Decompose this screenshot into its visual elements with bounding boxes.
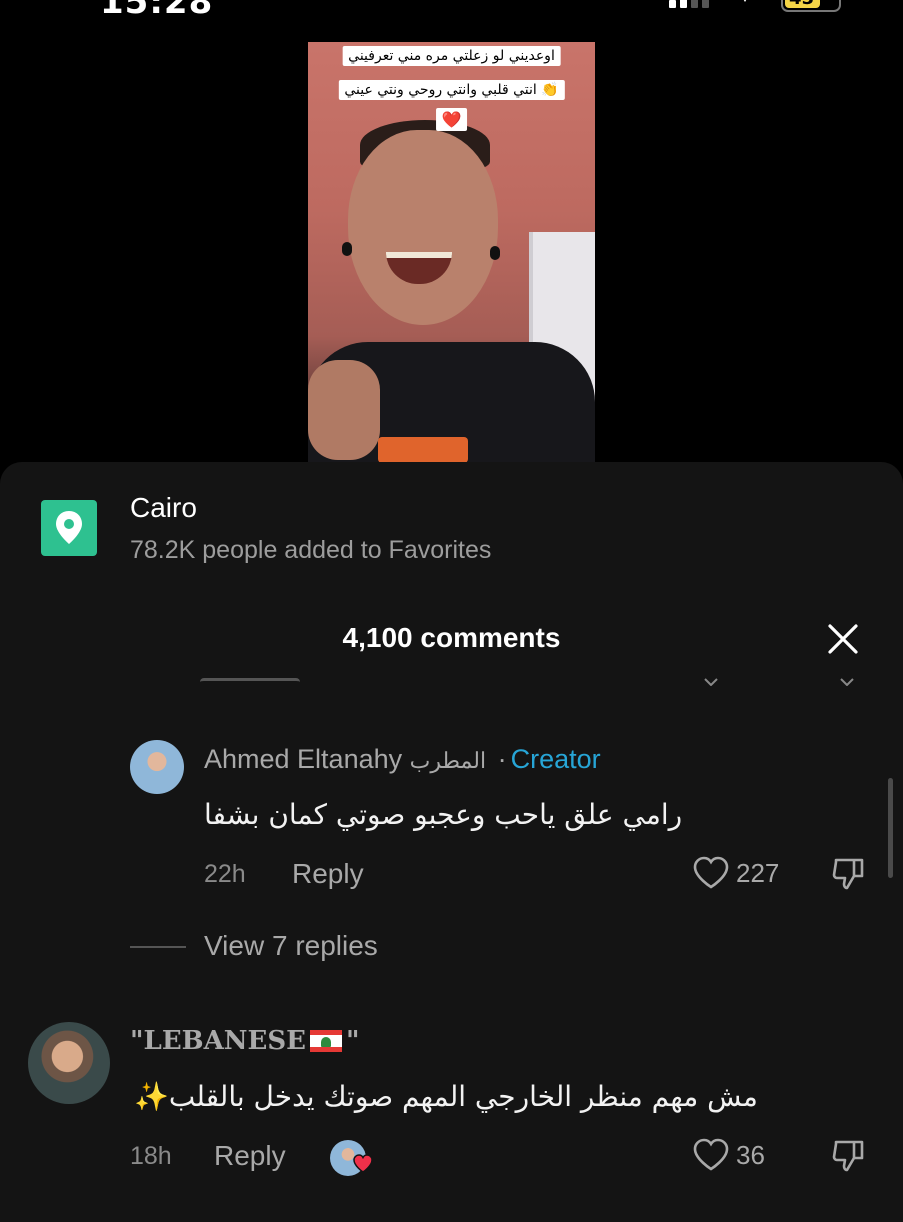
like-button[interactable]: 227: [692, 856, 779, 890]
comments-sheet: Cairo 78.2K people added to Favorites 4,…: [0, 462, 903, 1222]
dislike-icon[interactable]: [830, 1138, 866, 1174]
comment-time: 22h: [204, 860, 246, 888]
like-button[interactable]: 36: [692, 1138, 765, 1172]
cell-signal-icon: [669, 0, 709, 8]
earbud-icon: [342, 242, 352, 256]
avatar[interactable]: [130, 740, 184, 794]
video-shirt-logo: [378, 437, 468, 463]
comment-author[interactable]: "LEBANESE ": [130, 1026, 360, 1056]
chevron-down-icon: [840, 678, 854, 686]
author-name[interactable]: Ahmed Eltanahy: [204, 744, 402, 774]
comment-text: ✨مش مهم منظر الخارجي المهم صوتك يدخل بال…: [134, 1080, 758, 1113]
video-caption-line2: انتي قلبي وانتي روحي ونتي عيني 👏: [338, 80, 565, 100]
comment-text: رامي علق ياحب وعجبو صوتي كمان بشفا: [204, 798, 683, 831]
battery-icon: 45: [781, 0, 841, 12]
status-time: 15:28: [100, 0, 214, 22]
scrollbar[interactable]: [888, 778, 893, 878]
reply-button[interactable]: Reply: [292, 858, 364, 890]
location-pin-icon[interactable]: [41, 500, 97, 556]
view-replies-divider: [130, 946, 186, 948]
heart-icon: [693, 856, 729, 889]
video-person-head: [348, 130, 498, 325]
video-person-hand: [308, 360, 380, 460]
like-count: 227: [736, 857, 780, 888]
status-indicators: 45: [669, 0, 841, 12]
flag-lebanon-icon: [309, 1030, 342, 1052]
reply-button[interactable]: Reply: [214, 1140, 286, 1172]
close-icon[interactable]: [826, 622, 860, 656]
author-name-end: ": [345, 1026, 360, 1056]
comment-author[interactable]: Ahmed Eltanahy المطرب · Creator: [204, 744, 601, 775]
location-favorites: 78.2K people added to Favorites: [130, 536, 492, 564]
heart-icon: [693, 1138, 729, 1171]
partial-row-divider: [200, 678, 300, 691]
author-name[interactable]: "LEBANESE: [130, 1026, 306, 1056]
creator-heart-icon: [353, 1154, 373, 1173]
like-count: 36: [736, 1139, 765, 1170]
author-separator: ·: [497, 744, 507, 774]
comment-time: 18h: [130, 1142, 172, 1170]
video-player[interactable]: اوعديني لو زعلتي مره مني تعرفيني انتي قل…: [308, 42, 595, 463]
video-caption-line1: اوعديني لو زعلتي مره مني تعرفيني: [342, 46, 561, 66]
battery-level: 45: [789, 0, 814, 9]
comments-count-title: 4,100 comments: [342, 622, 561, 653]
avatar[interactable]: [28, 1022, 110, 1104]
view-replies-button[interactable]: View 7 replies: [204, 930, 378, 962]
video-caption-heart: ❤️: [435, 108, 468, 131]
earbud-icon: [490, 246, 500, 260]
location-pin-glyph: [56, 511, 82, 544]
author-suffix: المطرب: [409, 748, 487, 773]
wifi-icon: [743, 0, 747, 2]
chevron-down-icon: [704, 678, 718, 686]
location-name[interactable]: Cairo: [130, 492, 197, 524]
creator-badge: Creator: [510, 744, 601, 774]
dislike-icon[interactable]: [830, 856, 866, 892]
